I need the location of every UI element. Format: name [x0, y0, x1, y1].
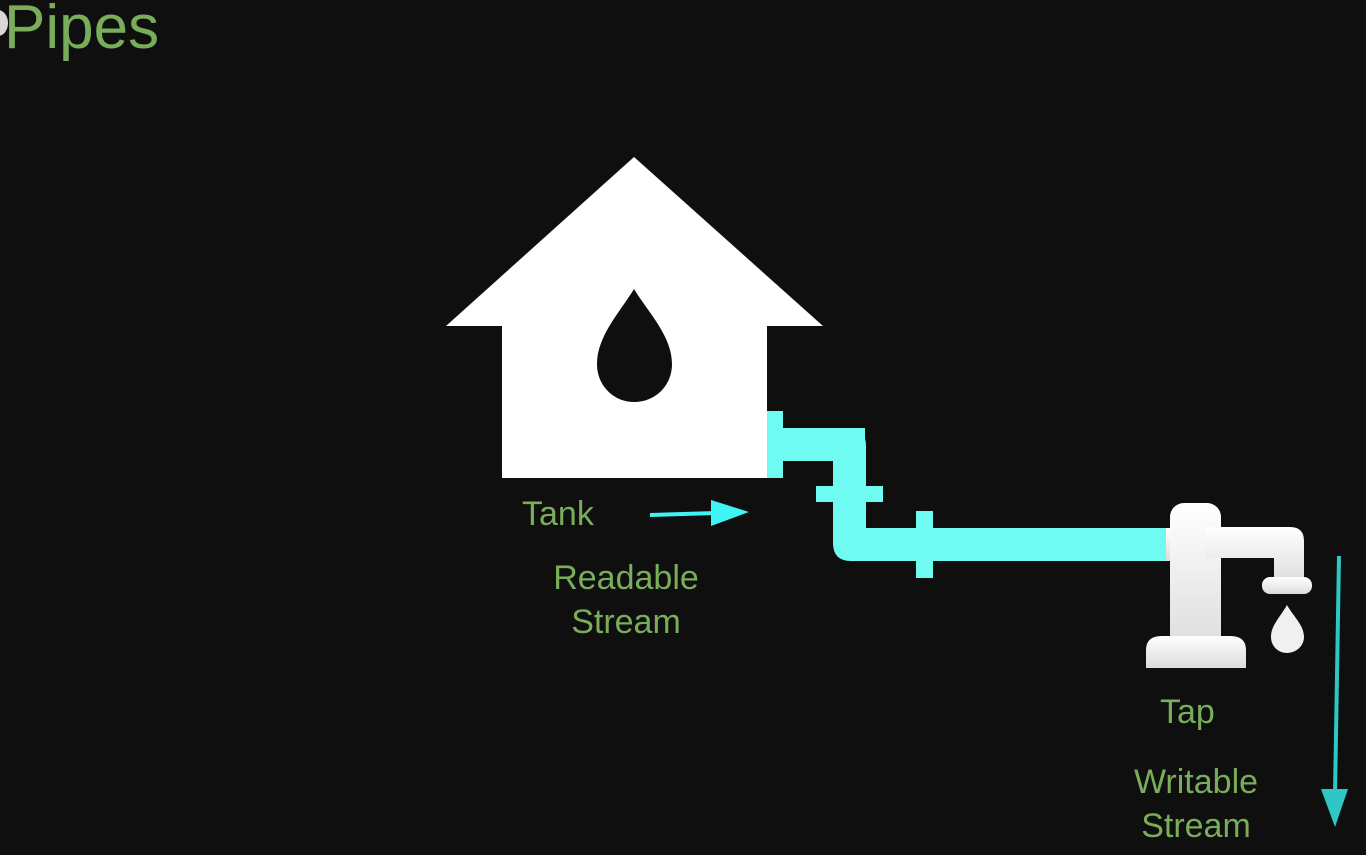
- tap-drop-icon: [1271, 605, 1304, 653]
- writable-stream-line1: Writable: [1133, 763, 1259, 801]
- tap-label: Tap: [1160, 693, 1215, 731]
- pipe-icon: [767, 411, 1170, 578]
- writable-stream-line2: Stream: [1141, 807, 1251, 845]
- readable-arrow-icon: [649, 500, 749, 526]
- slide: Pipes Tank Readable Stream Tap Writable …: [0, 0, 1366, 855]
- readable-stream-line1: Readable: [553, 559, 699, 597]
- readable-stream-line2: Stream: [571, 603, 681, 641]
- tank-label: Tank: [522, 495, 594, 533]
- writable-stream-label: Writable Stream: [1114, 760, 1278, 848]
- writable-arrow-icon: [1321, 555, 1348, 827]
- readable-stream-label: Readable Stream: [536, 556, 716, 644]
